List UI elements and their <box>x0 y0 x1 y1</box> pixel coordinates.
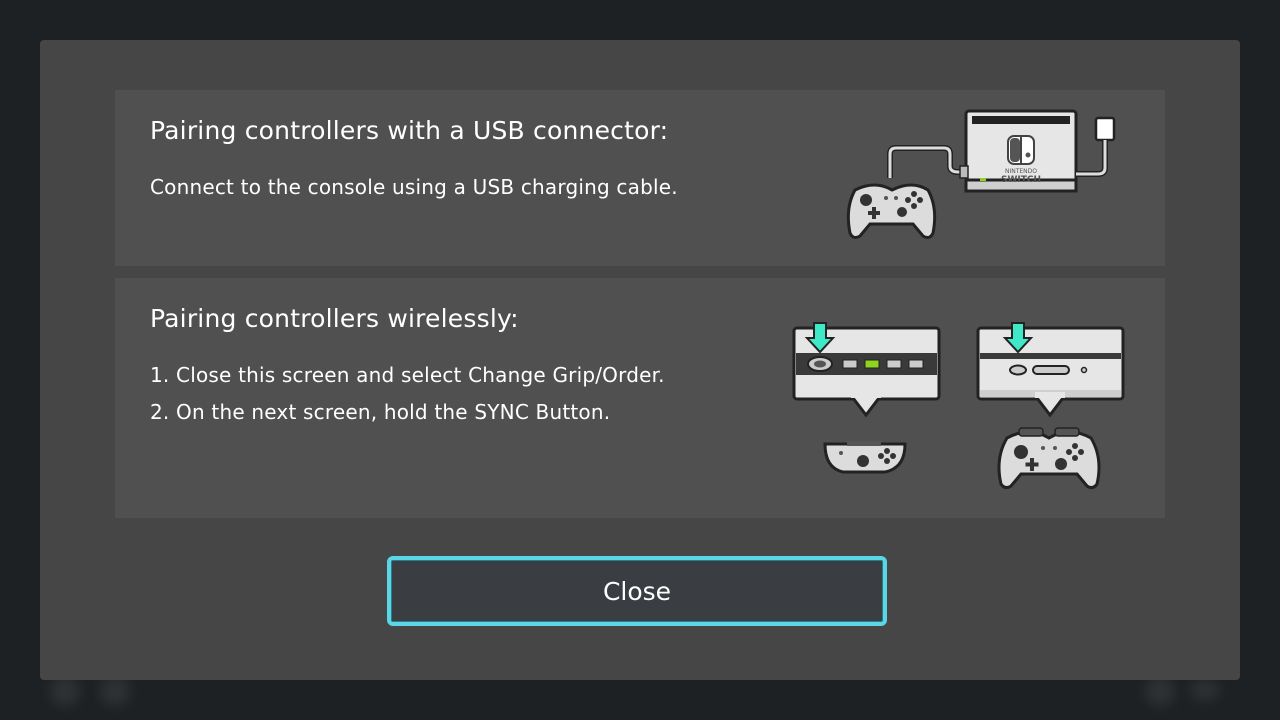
pro-controller-sync-illustration <box>976 322 1125 490</box>
wireless-step-2: 2. On the next screen, hold the SYNC But… <box>150 400 611 424</box>
usb-dock-illustration: NINTENDO SWITCH <box>846 109 1116 239</box>
usb-pairing-panel: Pairing controllers with a USB connector… <box>115 90 1165 266</box>
pro-controller-icon <box>846 183 937 239</box>
wireless-section-title: Pairing controllers wirelessly: <box>150 304 519 333</box>
usb-section-title: Pairing controllers with a USB connector… <box>150 116 669 145</box>
wireless-pairing-panel: Pairing controllers wirelessly: 1. Close… <box>115 278 1165 518</box>
dock-logo-text-1: NINTENDO <box>1005 168 1037 175</box>
switch-logo-icon <box>1007 135 1035 165</box>
pro-controller-icon-2 <box>997 427 1101 490</box>
joycon-icon <box>823 441 907 474</box>
joycon-sync-illustration <box>792 322 941 474</box>
dock-logo-text-2: SWITCH <box>1001 175 1041 185</box>
usb-section-description: Connect to the console using a USB charg… <box>150 175 678 199</box>
close-button[interactable]: Close <box>387 556 887 626</box>
wireless-step-1: 1. Close this screen and select Change G… <box>150 363 665 387</box>
pairing-help-dialog: Pairing controllers with a USB connector… <box>40 40 1240 680</box>
